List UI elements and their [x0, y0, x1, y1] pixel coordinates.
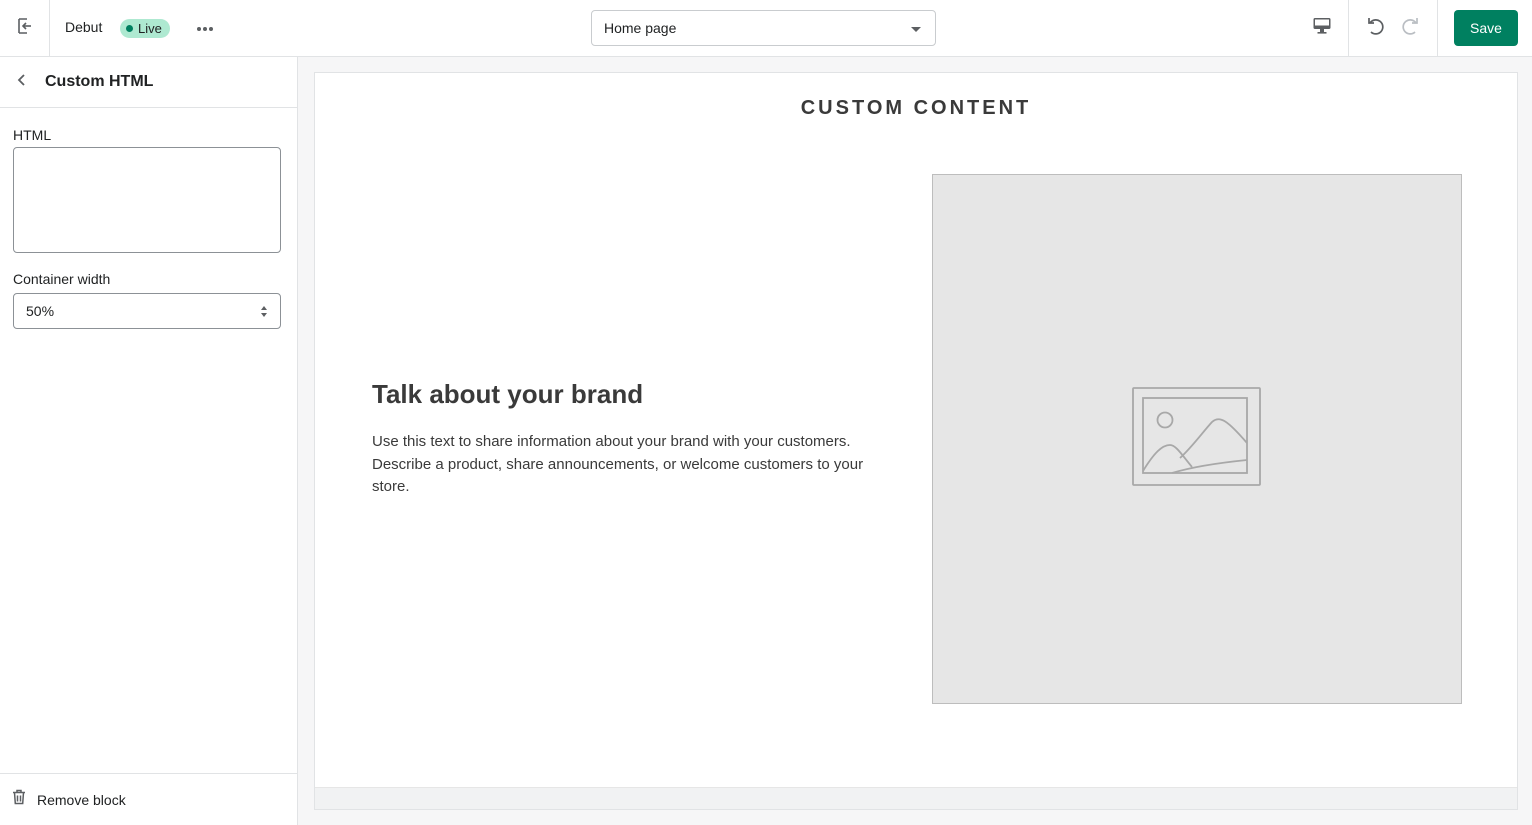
page-selector-value: Home page [604, 20, 677, 36]
image-placeholder-icon [1132, 386, 1262, 492]
toolbar-divider [1348, 0, 1349, 56]
container-width-select[interactable]: 50% [13, 293, 281, 329]
sidebar-header: Custom HTML [0, 57, 297, 108]
brand-title: Talk about your brand [372, 379, 644, 409]
page-selector[interactable]: Home page [591, 10, 936, 46]
undo-icon [1364, 15, 1386, 42]
undo-button[interactable] [1360, 14, 1390, 42]
redo-button[interactable] [1396, 14, 1426, 42]
image-placeholder [932, 174, 1462, 704]
container-width-label: Container width [13, 271, 111, 287]
settings-sidebar: Custom HTML HTML Container width 50% Rem… [0, 57, 298, 825]
preview-bottom-strip [315, 787, 1517, 809]
brand-description: Use this text to share information about… [372, 433, 864, 495]
theme-name: Debut [65, 19, 103, 35]
exit-button[interactable] [0, 0, 50, 56]
toolbar-divider [1437, 0, 1438, 56]
desktop-icon [1312, 16, 1332, 41]
container-width-value: 50% [26, 303, 55, 319]
select-arrows-icon [260, 305, 268, 321]
exit-icon [15, 16, 35, 41]
remove-block-button[interactable]: Remove block [0, 773, 297, 825]
back-chevron-icon [16, 73, 28, 92]
remove-block-label: Remove block [37, 791, 126, 808]
section-heading: CUSTOM CONTENT [800, 97, 1032, 119]
save-button[interactable]: Save [1454, 10, 1518, 46]
more-actions-button[interactable] [190, 16, 220, 40]
live-badge-label: Live [138, 21, 162, 36]
device-preview-button[interactable] [1300, 14, 1344, 42]
store-preview: CUSTOM CONTENT Talk about your brand Use… [314, 72, 1518, 810]
live-status-badge: Live [120, 19, 170, 38]
html-code-field[interactable] [13, 147, 281, 253]
more-horizontal-icon [196, 19, 214, 37]
live-dot-icon [126, 25, 133, 32]
chevron-down-icon [911, 27, 921, 32]
redo-icon [1400, 15, 1422, 42]
top-bar: Debut Live Home page Save [0, 0, 1532, 57]
back-button[interactable] [12, 72, 32, 92]
html-field-label: HTML [13, 127, 52, 143]
sidebar-title: Custom HTML [45, 73, 154, 90]
trash-icon [12, 789, 26, 810]
